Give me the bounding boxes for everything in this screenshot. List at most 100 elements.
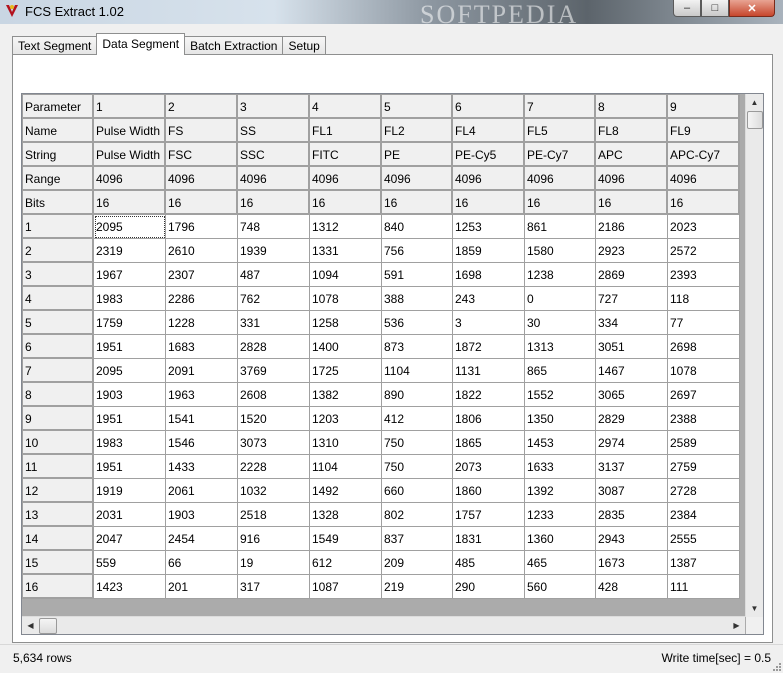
grid-cell[interactable]: 1903 — [165, 502, 238, 527]
grid-cell[interactable]: 1078 — [667, 358, 740, 383]
grid-cell[interactable]: 1546 — [165, 430, 238, 455]
grid-cell[interactable]: 118 — [667, 286, 740, 311]
grid-cell[interactable]: 1633 — [524, 454, 596, 479]
grid-cell[interactable]: 1228 — [165, 310, 238, 335]
header-cell[interactable]: 16 — [595, 190, 668, 215]
grid-cell[interactable]: 559 — [93, 550, 166, 575]
grid-cell[interactable]: 890 — [381, 382, 453, 407]
grid-cell[interactable]: 1860 — [452, 478, 525, 503]
header-cell[interactable]: APC — [595, 142, 668, 167]
row-header-cell[interactable]: 4 — [22, 286, 94, 311]
grid-cell[interactable]: 1903 — [93, 382, 166, 407]
scroll-up-arrow-icon[interactable]: ▲ — [746, 94, 763, 111]
grid-cell[interactable]: 1233 — [524, 502, 596, 527]
vertical-scrollbar[interactable]: ▲ ▼ — [745, 94, 763, 617]
grid-cell[interactable]: 19 — [237, 550, 310, 575]
header-cell[interactable]: 16 — [381, 190, 453, 215]
header-cell[interactable]: Pulse Width — [93, 118, 166, 143]
horizontal-scrollbar[interactable]: ◀ ▶ — [22, 616, 745, 634]
grid-cell[interactable]: 1806 — [452, 406, 525, 431]
header-cell[interactable]: PE-Cy5 — [452, 142, 525, 167]
grid-cell[interactable]: 1963 — [165, 382, 238, 407]
grid-cell[interactable]: 1541 — [165, 406, 238, 431]
grid-cell[interactable]: 1104 — [309, 454, 382, 479]
grid-cell[interactable]: 750 — [381, 430, 453, 455]
grid-cell[interactable]: 756 — [381, 238, 453, 263]
row-header-cell[interactable]: 14 — [22, 526, 94, 551]
header-cell[interactable]: 4096 — [381, 166, 453, 191]
grid-cell[interactable]: 3065 — [595, 382, 668, 407]
grid-cell[interactable]: 762 — [237, 286, 310, 311]
header-cell[interactable]: 16 — [452, 190, 525, 215]
grid-cell[interactable]: 219 — [381, 574, 453, 599]
grid-cell[interactable]: 1983 — [93, 286, 166, 311]
grid-cell[interactable]: 1492 — [309, 478, 382, 503]
close-button[interactable]: ✕ — [729, 0, 775, 17]
grid-cell[interactable]: 1382 — [309, 382, 382, 407]
tab-text-segment[interactable]: Text Segment — [12, 36, 98, 55]
grid-cell[interactable]: 1872 — [452, 334, 525, 359]
header-cell[interactable]: 16 — [93, 190, 166, 215]
grid-cell[interactable]: 2829 — [595, 406, 668, 431]
header-cell[interactable]: PE — [381, 142, 453, 167]
grid-cell[interactable]: 1967 — [93, 262, 166, 287]
grid-cell[interactable]: 1865 — [452, 430, 525, 455]
grid-cell[interactable]: 1087 — [309, 574, 382, 599]
grid-cell[interactable]: 1951 — [93, 454, 166, 479]
header-cell[interactable]: 16 — [667, 190, 740, 215]
row-header-cell[interactable]: 5 — [22, 310, 94, 335]
grid-cell[interactable]: 1310 — [309, 430, 382, 455]
grid-cell[interactable]: 1951 — [93, 334, 166, 359]
grid-cell[interactable]: 3073 — [237, 430, 310, 455]
grid-cell[interactable]: 1683 — [165, 334, 238, 359]
grid-cell[interactable]: 612 — [309, 550, 382, 575]
row-header-cell[interactable]: 1 — [22, 214, 94, 239]
grid-cell[interactable]: 2828 — [237, 334, 310, 359]
grid-cell[interactable]: 750 — [381, 454, 453, 479]
grid-cell[interactable]: 1520 — [237, 406, 310, 431]
header-cell[interactable]: Bits — [22, 190, 94, 215]
row-header-cell[interactable]: 2 — [22, 238, 94, 263]
header-cell[interactable]: 5 — [381, 94, 453, 119]
horizontal-scroll-thumb[interactable] — [39, 618, 57, 634]
scroll-down-arrow-icon[interactable]: ▼ — [746, 600, 763, 617]
grid-cell[interactable]: 2286 — [165, 286, 238, 311]
header-cell[interactable]: PE-Cy7 — [524, 142, 596, 167]
grid-cell[interactable]: 2061 — [165, 478, 238, 503]
header-cell[interactable]: 7 — [524, 94, 596, 119]
data-grid[interactable]: Parameter 1 2 3 4 5 6 7 8 9 Name Pulse Width FS SS FL1… — [21, 93, 764, 635]
grid-cell[interactable]: 2835 — [595, 502, 668, 527]
grid-cell[interactable]: 1400 — [309, 334, 382, 359]
grid-cell[interactable]: 1919 — [93, 478, 166, 503]
row-header-cell[interactable]: 10 — [22, 430, 94, 455]
grid-cell[interactable]: 1313 — [524, 334, 596, 359]
grid-cell[interactable]: 840 — [381, 214, 453, 239]
grid-cell[interactable]: 1387 — [667, 550, 740, 575]
header-cell[interactable]: FSC — [165, 142, 238, 167]
header-cell[interactable]: FL5 — [524, 118, 596, 143]
header-cell[interactable]: APC-Cy7 — [667, 142, 740, 167]
vertical-scroll-thumb[interactable] — [747, 111, 763, 129]
grid-cell[interactable]: 536 — [381, 310, 453, 335]
grid-cell[interactable]: 591 — [381, 262, 453, 287]
header-cell[interactable]: 9 — [667, 94, 740, 119]
grid-cell[interactable]: 2307 — [165, 262, 238, 287]
row-header-cell[interactable]: 12 — [22, 478, 94, 503]
grid-cell[interactable]: 487 — [237, 262, 310, 287]
grid-cell[interactable]: 2384 — [667, 502, 740, 527]
grid-cell[interactable]: 1032 — [237, 478, 310, 503]
grid-cell[interactable]: 1725 — [309, 358, 382, 383]
header-cell[interactable]: 6 — [452, 94, 525, 119]
header-cell[interactable]: 16 — [309, 190, 382, 215]
grid-cell[interactable]: 2589 — [667, 430, 740, 455]
grid-cell[interactable]: 1951 — [93, 406, 166, 431]
grid-cell[interactable]: 3137 — [595, 454, 668, 479]
grid-cell[interactable]: 2095 — [93, 358, 166, 383]
minimize-button[interactable]: ‒ — [673, 0, 701, 17]
grid-cell[interactable]: 1831 — [452, 526, 525, 551]
title-bar[interactable]: FCS Extract 1.02 SOFTPEDIA ‒ □ ✕ — [0, 0, 783, 29]
grid-cell[interactable]: 1552 — [524, 382, 596, 407]
grid-cell[interactable]: 916 — [237, 526, 310, 551]
header-cell[interactable]: 16 — [237, 190, 310, 215]
grid-cell[interactable]: 1131 — [452, 358, 525, 383]
